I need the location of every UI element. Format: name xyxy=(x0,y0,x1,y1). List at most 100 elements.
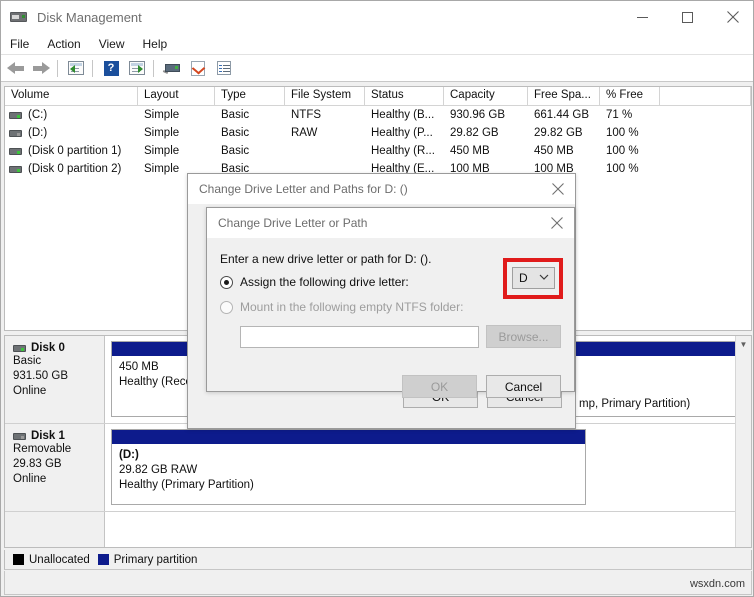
column-header-status[interactable]: Status xyxy=(365,87,444,106)
scroll-down-icon[interactable]: ▼ xyxy=(736,336,751,352)
cell-free-space: 661.44 GB xyxy=(534,109,589,121)
disk-name-disk0: Disk 0 xyxy=(13,342,104,354)
vertical-scrollbar-bottom[interactable]: ▼ xyxy=(735,336,751,547)
cell-free-space: 450 MB xyxy=(534,145,574,157)
window-title: Disk Management xyxy=(37,9,142,25)
drive-letter-dropdown[interactable]: D xyxy=(512,267,555,289)
minimize-icon[interactable] xyxy=(620,1,665,33)
column-header-volume[interactable]: Volume xyxy=(5,87,138,106)
radio-button-selected[interactable] xyxy=(220,275,233,289)
table-row[interactable]: (D:) Simple Basic RAW Healthy (P... 29.8… xyxy=(5,124,751,142)
menu-item-help[interactable]: Help xyxy=(134,35,177,53)
dialog-body: Enter a new drive letter or path for D: … xyxy=(207,238,574,398)
column-header-layout[interactable]: Layout xyxy=(138,87,215,106)
disk-info-disk0: Disk 0 Basic 931.50 GB Online xyxy=(5,336,105,423)
partition-status: Healthy (Primary Partition) xyxy=(119,479,254,491)
disk-row-disk1[interactable]: Disk 1 Removable 29.83 GB Online (D:) 29… xyxy=(5,336,751,547)
watermark: wsxdn.com xyxy=(689,578,745,590)
menu-item-action[interactable]: Action xyxy=(38,35,89,53)
cell-percent-free: 100 % xyxy=(606,163,639,175)
legend-swatch-unallocated xyxy=(13,554,24,565)
disk-type-disk1: Removable xyxy=(13,443,72,455)
legend-label-unallocated: Unallocated xyxy=(29,553,90,566)
dialog-actions-inner: OK Cancel xyxy=(402,375,561,398)
drive-icon xyxy=(9,129,22,137)
partition-block[interactable]: (D:) 29.82 GB RAW Healthy (Primary Parti… xyxy=(111,429,586,505)
menu-item-file[interactable]: File xyxy=(1,35,38,53)
legend-item-primary-partition: Primary partition xyxy=(97,553,198,566)
partition-size: 450 MB xyxy=(119,361,159,373)
column-header-file-system[interactable]: File System xyxy=(285,87,365,106)
maximize-icon[interactable] xyxy=(665,1,710,33)
cell-volume-label: (D:) xyxy=(28,127,48,139)
close-icon[interactable] xyxy=(540,209,574,237)
disk-type-disk0: Basic xyxy=(13,355,42,367)
cell-type: Basic xyxy=(221,127,250,139)
change-drive-letter-or-path-dialog: Change Drive Letter or Path Enter a new … xyxy=(206,207,575,398)
legend-label-primary-partition: Primary partition xyxy=(113,553,198,566)
table-row[interactable]: (Disk 0 partition 1) Simple Basic Health… xyxy=(5,142,751,160)
volume-list-header: Volume Layout Type File System Status Ca… xyxy=(5,87,751,106)
partition-status: Healthy (Reco xyxy=(119,376,192,388)
table-row[interactable]: (C:) Simple Basic NTFS Healthy (B... 930… xyxy=(5,106,751,124)
toolbar-separator xyxy=(57,59,58,77)
legend: Unallocated Primary partition xyxy=(4,550,752,570)
show-hide-action-pane-icon[interactable] xyxy=(125,57,149,80)
cell-volume-label: (C:) xyxy=(28,109,48,121)
forward-icon[interactable] xyxy=(29,57,53,80)
disk-size-disk1: 29.83 GB xyxy=(13,458,62,470)
cell-volume-label: (Disk 0 partition 1) xyxy=(28,145,122,157)
back-icon[interactable] xyxy=(3,57,27,80)
rescan-disks-icon[interactable] xyxy=(160,57,184,80)
chevron-down-icon xyxy=(539,273,549,283)
dialog-title: Change Drive Letter and Paths for D: () xyxy=(199,181,408,196)
menu-item-view[interactable]: View xyxy=(90,35,134,53)
disk-info-disk1: Disk 1 Removable 29.83 GB Online xyxy=(5,424,105,511)
ok-button[interactable]: OK xyxy=(402,375,477,398)
list-view-icon[interactable] xyxy=(212,57,236,80)
cell-percent-free: 71 % xyxy=(606,109,633,121)
toolbar-separator xyxy=(92,59,93,77)
dialog-prompt: Enter a new drive letter or path for D: … xyxy=(220,252,432,266)
close-icon[interactable] xyxy=(541,175,575,203)
cell-layout: Simple xyxy=(144,109,180,121)
dialog-title-bar: Change Drive Letter or Path xyxy=(207,208,574,238)
column-header-type[interactable]: Type xyxy=(215,87,285,106)
disk-size-disk0: 931.50 GB xyxy=(13,370,68,382)
cell-percent-free: 100 % xyxy=(606,127,639,139)
close-icon[interactable] xyxy=(710,1,753,33)
folder-path-input[interactable] xyxy=(240,325,479,348)
disk-management-window: Disk Management File Action View Help ? … xyxy=(0,0,754,597)
partition-block[interactable]: 450 MB Healthy (Reco xyxy=(111,341,193,417)
cell-type: Basic xyxy=(221,145,250,157)
disk-row-empty: ▼ xyxy=(5,336,751,547)
radio-button-unselected[interactable] xyxy=(220,300,233,314)
partition-color-bar xyxy=(112,342,192,356)
column-header-free-space[interactable]: Free Spa... xyxy=(528,87,600,106)
cell-volume-label: (Disk 0 partition 2) xyxy=(28,163,122,175)
radio-mount-in-folder[interactable]: Mount in the following empty NTFS folder… xyxy=(220,300,561,314)
cell-type: Basic xyxy=(221,109,250,121)
show-hide-console-tree-icon[interactable] xyxy=(64,57,88,80)
properties-icon[interactable] xyxy=(186,57,210,80)
column-header-percent-free[interactable]: % Free xyxy=(600,87,660,106)
cell-file-system: RAW xyxy=(291,127,318,139)
cell-volume: (Disk 0 partition 1) xyxy=(5,145,138,157)
cell-capacity: 29.82 GB xyxy=(450,127,499,139)
column-header-filler xyxy=(660,87,751,106)
cancel-button[interactable]: Cancel xyxy=(486,375,561,398)
cell-layout: Simple xyxy=(144,127,180,139)
radio-assign-drive-letter[interactable]: Assign the following drive letter: xyxy=(220,275,561,289)
help-icon[interactable]: ? xyxy=(99,57,123,80)
cell-volume: (D:) xyxy=(5,127,138,139)
disk-info-empty xyxy=(5,512,105,547)
title-bar: Disk Management xyxy=(1,1,753,33)
cell-capacity: 930.96 GB xyxy=(450,109,505,121)
cell-layout: Simple xyxy=(144,145,180,157)
folder-path-row: Browse... xyxy=(240,325,561,348)
partition-color-bar xyxy=(112,430,585,444)
column-header-capacity[interactable]: Capacity xyxy=(444,87,528,106)
radio-mount-label: Mount in the following empty NTFS folder… xyxy=(240,300,464,314)
browse-button[interactable]: Browse... xyxy=(486,325,561,348)
cell-status: Healthy (P... xyxy=(371,127,433,139)
